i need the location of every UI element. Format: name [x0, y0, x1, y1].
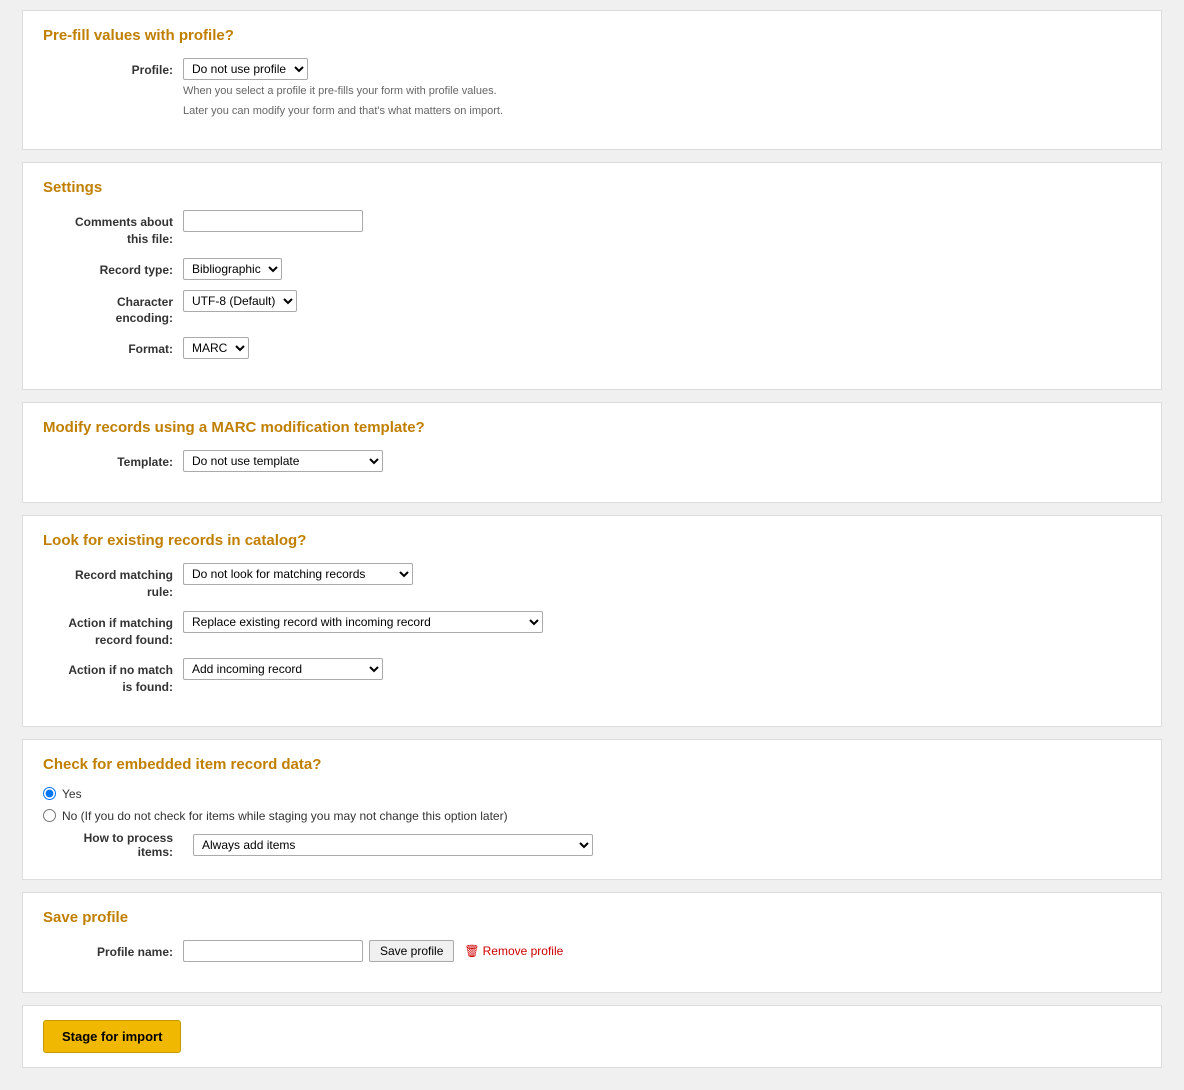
profile-help-1: When you select a profile it pre-fills y… [183, 83, 1141, 100]
how-to-label: How to processitems: [43, 831, 183, 859]
prefill-title: Pre-fill values with profile? [43, 27, 1141, 44]
profile-label: Profile: [43, 58, 183, 79]
comments-control [183, 210, 1141, 232]
record-type-control: Bibliographic [183, 258, 1141, 280]
profile-select[interactable]: Do not use profile [183, 58, 308, 80]
profile-control: Do not use profile When you select a pro… [183, 58, 1141, 119]
no-radio-row: No (If you do not check for items while … [43, 809, 1141, 823]
how-to-control: Always add items [193, 834, 593, 856]
char-encoding-control: UTF-8 (Default) [183, 290, 1141, 312]
format-label: Format: [43, 337, 183, 358]
modify-title: Modify records using a MARC modification… [43, 419, 1141, 436]
action-nomatch-select[interactable]: Add incoming record [183, 658, 383, 680]
save-profile-title: Save profile [43, 909, 1141, 926]
profile-name-label: Profile name: [43, 940, 183, 961]
save-profile-button[interactable]: Save profile [369, 940, 454, 962]
record-type-label: Record type: [43, 258, 183, 279]
char-encoding-select[interactable]: UTF-8 (Default) [183, 290, 297, 312]
format-row: Format: MARC [43, 337, 1141, 359]
stage-for-import-button[interactable]: Stage for import [43, 1020, 181, 1053]
how-to-select[interactable]: Always add items [193, 834, 593, 856]
comments-row: Comments aboutthis file: [43, 210, 1141, 248]
template-select[interactable]: Do not use template [183, 450, 383, 472]
action-nomatch-row: Action if no matchis found: Add incoming… [43, 658, 1141, 696]
action-nomatch-label: Action if no matchis found: [43, 658, 183, 696]
how-to-process-row: How to processitems: Always add items [43, 831, 1141, 859]
embedded-section: Check for embedded item record data? Yes… [22, 739, 1162, 880]
bottom-bar: Stage for import [22, 1005, 1162, 1068]
comments-input[interactable] [183, 210, 363, 232]
action-match-row: Action if matchingrecord found: Replace … [43, 611, 1141, 649]
char-encoding-label: Characterencoding: [43, 290, 183, 328]
no-radio[interactable] [43, 809, 56, 822]
trash-icon: 🗑 [464, 944, 479, 958]
profile-row: Profile: Do not use profile When you sel… [43, 58, 1141, 119]
record-type-row: Record type: Bibliographic [43, 258, 1141, 280]
action-match-select[interactable]: Replace existing record with incoming re… [183, 611, 543, 633]
matching-title: Look for existing records in catalog? [43, 532, 1141, 549]
yes-label: Yes [62, 787, 82, 801]
record-type-select[interactable]: Bibliographic [183, 258, 282, 280]
template-label: Template: [43, 450, 183, 471]
action-nomatch-control: Add incoming record [183, 658, 1141, 680]
format-control: MARC [183, 337, 1141, 359]
profile-name-input[interactable] [183, 940, 363, 962]
settings-title: Settings [43, 179, 1141, 196]
remove-profile-link[interactable]: 🗑 Remove profile [464, 944, 563, 958]
matching-rule-label: Record matchingrule: [43, 563, 183, 601]
template-row: Template: Do not use template [43, 450, 1141, 472]
action-match-label: Action if matchingrecord found: [43, 611, 183, 649]
char-encoding-row: Characterencoding: UTF-8 (Default) [43, 290, 1141, 328]
prefill-section: Pre-fill values with profile? Profile: D… [22, 10, 1162, 150]
yes-radio-row: Yes [43, 787, 1141, 801]
action-match-control: Replace existing record with incoming re… [183, 611, 1141, 633]
settings-section: Settings Comments aboutthis file: Record… [22, 162, 1162, 390]
matching-rule-control: Do not look for matching records [183, 563, 1141, 585]
comments-label: Comments aboutthis file: [43, 210, 183, 248]
no-label: No (If you do not check for items while … [62, 809, 508, 823]
modify-section: Modify records using a MARC modification… [22, 402, 1162, 503]
profile-name-control: Save profile 🗑 Remove profile [183, 940, 1141, 962]
template-control: Do not use template [183, 450, 1141, 472]
matching-rule-row: Record matchingrule: Do not look for mat… [43, 563, 1141, 601]
profile-help-2: Later you can modify your form and that'… [183, 103, 1141, 120]
profile-name-row: Profile name: Save profile 🗑 Remove prof… [43, 940, 1141, 962]
matching-rule-select[interactable]: Do not look for matching records [183, 563, 413, 585]
yes-radio[interactable] [43, 787, 56, 800]
format-select[interactable]: MARC [183, 337, 249, 359]
matching-section: Look for existing records in catalog? Re… [22, 515, 1162, 727]
embedded-title: Check for embedded item record data? [43, 756, 1141, 773]
save-profile-section: Save profile Profile name: Save profile … [22, 892, 1162, 993]
